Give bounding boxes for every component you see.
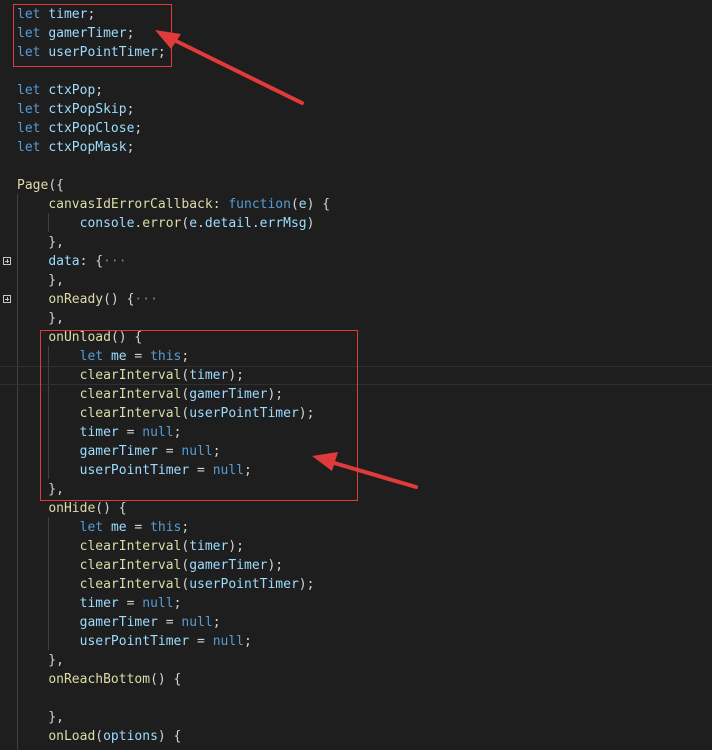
annotation-arrows — [155, 30, 418, 489]
code-editor[interactable]: let timer; let gamerTimer; let userPointTi… — [0, 0, 712, 750]
arrow-icon — [312, 452, 418, 489]
arrow-icon — [155, 30, 304, 105]
